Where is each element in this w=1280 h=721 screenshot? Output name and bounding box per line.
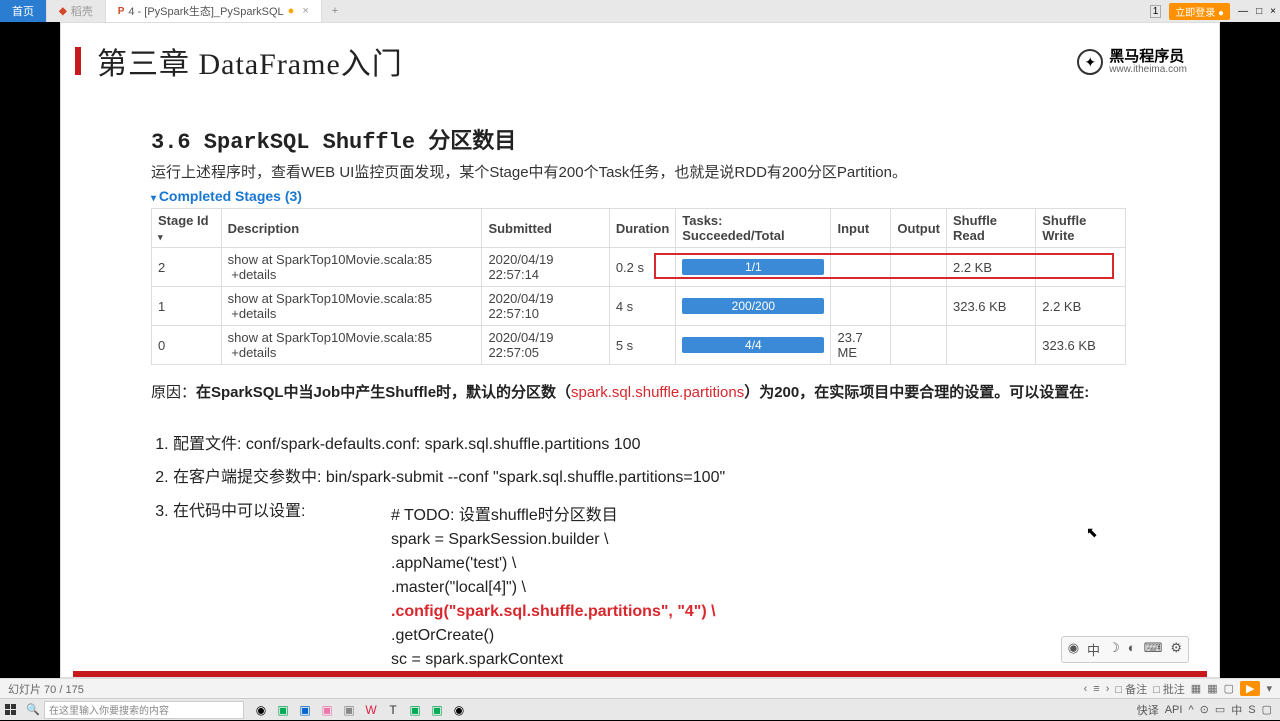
tray-icon[interactable]: ⊙: [1200, 703, 1209, 716]
brand-logo: ✦ 黑马程序员 www.itheima.com: [1077, 49, 1187, 75]
details-link[interactable]: +details: [231, 345, 276, 360]
app-icon[interactable]: ▣: [340, 701, 358, 719]
tab-active[interactable]: P4 - [PySpark生态]_PySparkSQL ● ×: [106, 0, 322, 22]
taskbar-apps: ◉ ▣ ▣ ▣ ▣ W T ▣ ▣ ◉: [252, 701, 468, 719]
details-link[interactable]: +details: [231, 267, 276, 282]
brand-url: www.itheima.com: [1109, 64, 1187, 75]
tray-icon[interactable]: ▭: [1215, 703, 1225, 716]
task-progress: 200/200: [682, 298, 824, 314]
tab-close-icon[interactable]: ×: [302, 5, 308, 17]
intro-text: 运行上述程序时，查看WEB UI监控页面发现，某个Stage中有200个Task…: [151, 161, 1147, 182]
minimize-icon[interactable]: —: [1238, 6, 1248, 17]
tab-add-button[interactable]: +: [322, 2, 348, 20]
slide-content: 第三章 DataFrame入门 ✦ 黑马程序员 www.itheima.com …: [73, 31, 1207, 669]
start-button[interactable]: [0, 699, 22, 721]
app-icon[interactable]: ◉: [252, 701, 270, 719]
stage-link[interactable]: show at SparkTop10Movie.scala:85: [228, 252, 433, 267]
next-icon[interactable]: ›: [1106, 683, 1110, 695]
zoom-dropdown-icon[interactable]: ▾: [1266, 682, 1272, 695]
close-icon[interactable]: ×: [1270, 6, 1276, 17]
brand-name: 黑马程序员: [1109, 49, 1187, 64]
view-normal-icon[interactable]: ▦: [1191, 682, 1201, 695]
stage-link[interactable]: show at SparkTop10Movie.scala:85: [228, 291, 433, 306]
browser-tabbar: 首页 ◆稻壳 P4 - [PySpark生态]_PySparkSQL ● × +…: [0, 0, 1280, 22]
app-icon[interactable]: ▣: [406, 701, 424, 719]
table-row: 0 show at SparkTop10Movie.scala:85 +deta…: [152, 326, 1126, 365]
chrome-icon[interactable]: ◉: [450, 701, 468, 719]
section-heading: 3.6 SparkSQL Shuffle 分区数目: [151, 123, 1147, 155]
task-progress: 4/4: [682, 337, 824, 353]
chevron-up-icon[interactable]: ^: [1188, 704, 1193, 716]
tab-docshell[interactable]: ◆稻壳: [47, 0, 106, 22]
table-header-row: Stage Id ▾ Description Submitted Duratio…: [152, 209, 1126, 248]
stage-link[interactable]: show at SparkTop10Movie.scala:85: [228, 330, 433, 345]
table-row: 2 show at SparkTop10Movie.scala:85 +deta…: [152, 248, 1126, 287]
accent-bar: [75, 47, 81, 75]
view-sorter-icon[interactable]: ▦: [1207, 682, 1217, 695]
app-statusbar: 幻灯片 70 / 175 ‹ ≡ › □ 备注 □ 批注 ▦ ▦ ▢ ▶ ▾: [0, 678, 1280, 698]
sort-icon: ▾: [158, 232, 163, 242]
clock-icon: ✦: [1077, 49, 1103, 75]
slide-footer-bar: [73, 671, 1207, 677]
tray-icon[interactable]: S: [1248, 704, 1255, 716]
slide-viewport: 第三章 DataFrame入门 ✦ 黑马程序员 www.itheima.com …: [60, 22, 1220, 678]
ad-icon[interactable]: 1: [1150, 5, 1162, 18]
login-button[interactable]: 立即登录 ●: [1169, 3, 1230, 20]
task-progress: 1/1: [682, 259, 824, 275]
windows-taskbar: 🔍 在这里输入你要搜索的内容 ◉ ▣ ▣ ▣ ▣ W T ▣ ▣ ◉ 快译 AP…: [0, 698, 1280, 720]
ime-icon[interactable]: 中: [1231, 702, 1242, 718]
details-link[interactable]: +details: [231, 306, 276, 321]
slide-counter: 幻灯片 70 / 175: [8, 681, 84, 697]
tools-button[interactable]: □ 批注: [1153, 681, 1185, 697]
globe-icon[interactable]: ◉: [1068, 640, 1079, 659]
maximize-icon[interactable]: □: [1256, 6, 1262, 17]
list-item: 配置文件: conf/spark-defaults.conf: spark.sq…: [173, 432, 1147, 458]
eye-icon[interactable]: ◐: [1128, 640, 1136, 659]
notif-icon[interactable]: ▢: [1262, 703, 1272, 716]
reason-paragraph: 原因：在SparkSQL中当Job中产生Shuffle时，默认的分区数（spar…: [151, 381, 1147, 406]
code-snippet: # TODO: 设置shuffle时分区数目 spark = SparkSess…: [391, 504, 1147, 672]
moon-icon[interactable]: ☽: [1108, 640, 1120, 659]
search-input[interactable]: 在这里输入你要搜索的内容: [44, 701, 244, 719]
prev-icon[interactable]: ‹: [1084, 683, 1088, 695]
app-icon[interactable]: ▣: [318, 701, 336, 719]
note-button[interactable]: □ 备注: [1115, 681, 1147, 697]
tray-text[interactable]: 快译: [1137, 702, 1159, 718]
lang-cn-icon[interactable]: 中: [1087, 640, 1100, 659]
col-stageid[interactable]: Stage Id ▾: [152, 209, 222, 248]
presenter-toolbar[interactable]: ◉ 中 ☽ ◐ ⌨ ⚙: [1061, 636, 1189, 663]
app-icon[interactable]: T: [384, 701, 402, 719]
system-tray: 快译 API ^ ⊙ ▭ 中 S ▢: [1137, 702, 1280, 718]
stages-table: Stage Id ▾ Description Submitted Duratio…: [151, 208, 1126, 365]
outline-icon[interactable]: ≡: [1093, 683, 1099, 695]
app-icon[interactable]: ▣: [428, 701, 446, 719]
view-reading-icon[interactable]: ▢: [1224, 682, 1234, 695]
search-icon[interactable]: 🔍: [22, 699, 44, 721]
list-item: 在客户端提交参数中: bin/spark-submit --conf "spar…: [173, 465, 1147, 491]
play-button[interactable]: ▶: [1240, 681, 1260, 696]
app-icon[interactable]: W: [362, 701, 380, 719]
dirty-dot: ●: [288, 5, 295, 17]
gear-icon[interactable]: ⚙: [1170, 640, 1182, 659]
wps-icon: ◆: [59, 6, 67, 17]
chapter-title: 第三章 DataFrame入门: [97, 39, 403, 83]
ppt-icon: P: [118, 6, 125, 17]
completed-stages-link[interactable]: Completed Stages (3): [151, 188, 1147, 204]
app-icon[interactable]: ▣: [274, 701, 292, 719]
table-row: 1 show at SparkTop10Movie.scala:85 +deta…: [152, 287, 1126, 326]
tray-text[interactable]: API: [1165, 704, 1183, 716]
app-icon[interactable]: ▣: [296, 701, 314, 719]
keyboard-icon[interactable]: ⌨: [1144, 640, 1163, 659]
tab-home[interactable]: 首页: [0, 0, 47, 22]
